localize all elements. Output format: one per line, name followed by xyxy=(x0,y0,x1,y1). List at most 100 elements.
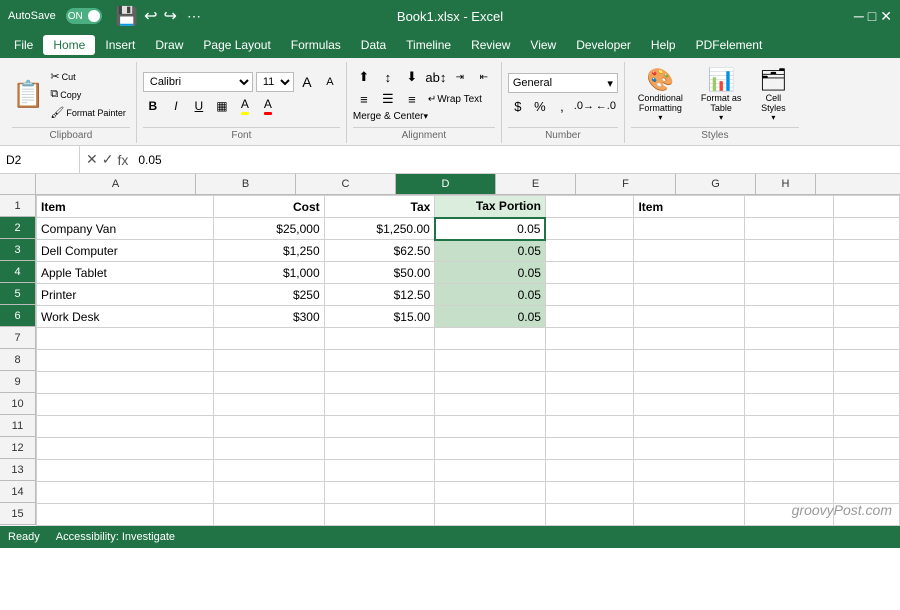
cell-a4[interactable]: Apple Tablet xyxy=(37,262,214,284)
comma-button[interactable]: , xyxy=(552,96,572,116)
cell-d3[interactable]: 0.05 xyxy=(435,240,546,262)
menu-view[interactable]: View xyxy=(520,35,566,55)
cell-b3[interactable]: $1,250 xyxy=(214,240,325,262)
cell-h2[interactable] xyxy=(833,218,899,240)
paste-button[interactable]: 📋 xyxy=(12,79,44,110)
row-header-14[interactable]: 14 xyxy=(0,481,36,503)
cell-f5[interactable] xyxy=(634,284,745,306)
row-header-13[interactable]: 13 xyxy=(0,459,36,481)
cell-e5[interactable] xyxy=(545,284,634,306)
col-header-e[interactable]: E xyxy=(496,174,576,194)
cell-g1[interactable] xyxy=(745,196,834,218)
menu-home[interactable]: Home xyxy=(43,35,95,55)
col-header-g[interactable]: G xyxy=(676,174,756,194)
align-top-button[interactable]: ⬆ xyxy=(353,67,375,87)
number-format-select[interactable]: General ▾ xyxy=(508,73,618,93)
cell-c2[interactable]: $1,250.00 xyxy=(324,218,435,240)
cell-b1[interactable]: Cost xyxy=(214,196,325,218)
formula-input[interactable] xyxy=(134,153,900,167)
menu-file[interactable]: File xyxy=(4,35,43,55)
format-as-table-button[interactable]: 📊 Format asTable ▾ xyxy=(694,64,749,125)
decrease-decimal-button[interactable]: ←.0 xyxy=(596,96,616,116)
menu-help[interactable]: Help xyxy=(641,35,686,55)
row-header-1[interactable]: 1 xyxy=(0,195,36,217)
cell-b5[interactable]: $250 xyxy=(214,284,325,306)
cell-g3[interactable] xyxy=(745,240,834,262)
cell-f2[interactable] xyxy=(634,218,745,240)
menu-review[interactable]: Review xyxy=(461,35,520,55)
col-header-c[interactable]: C xyxy=(296,174,396,194)
cell-a2[interactable]: Company Van xyxy=(37,218,214,240)
row-header-9[interactable]: 9 xyxy=(0,371,36,393)
cell-b4[interactable]: $1,000 xyxy=(214,262,325,284)
cell-d2[interactable]: 0.05 xyxy=(435,218,546,240)
cell-g2[interactable] xyxy=(745,218,834,240)
row-header-3[interactable]: 3 xyxy=(0,239,36,261)
cell-a5[interactable]: Printer xyxy=(37,284,214,306)
row-header-10[interactable]: 10 xyxy=(0,393,36,415)
minimize-icon[interactable]: ─ xyxy=(854,8,864,24)
row-header-12[interactable]: 12 xyxy=(0,437,36,459)
row-header-7[interactable]: 7 xyxy=(0,327,36,349)
name-box[interactable]: D2 xyxy=(0,146,80,173)
cell-d5[interactable]: 0.05 xyxy=(435,284,546,306)
cell-g6[interactable] xyxy=(745,306,834,328)
cancel-formula-button[interactable]: ✕ xyxy=(86,151,98,168)
merge-center-button[interactable]: Merge & Center ▾ xyxy=(353,111,495,122)
insert-function-button[interactable]: fx xyxy=(117,152,128,168)
cell-h6[interactable] xyxy=(833,306,899,328)
cell-g5[interactable] xyxy=(745,284,834,306)
menu-draw[interactable]: Draw xyxy=(145,35,193,55)
cell-a1[interactable]: Item xyxy=(37,196,214,218)
row-header-2[interactable]: 2 xyxy=(0,217,36,239)
menu-developer[interactable]: Developer xyxy=(566,35,641,55)
align-left-button[interactable]: ≡ xyxy=(353,89,375,109)
cell-e1[interactable] xyxy=(545,196,634,218)
cell-h3[interactable] xyxy=(833,240,899,262)
italic-button[interactable]: I xyxy=(166,96,186,116)
row-header-8[interactable]: 8 xyxy=(0,349,36,371)
redo-icon[interactable]: ↪ xyxy=(164,6,177,26)
currency-button[interactable]: $ xyxy=(508,96,528,116)
cell-g4[interactable] xyxy=(745,262,834,284)
confirm-formula-button[interactable]: ✓ xyxy=(102,151,114,168)
copy-button[interactable]: ⧉Copy xyxy=(46,86,130,103)
border-button[interactable]: ▦ xyxy=(212,96,232,116)
cell-h1[interactable] xyxy=(833,196,899,218)
menu-timeline[interactable]: Timeline xyxy=(396,35,461,55)
cell-h5[interactable] xyxy=(833,284,899,306)
cell-b2[interactable]: $25,000 xyxy=(214,218,325,240)
col-header-d[interactable]: D xyxy=(396,174,496,194)
bold-button[interactable]: B xyxy=(143,96,163,116)
undo-icon[interactable]: ↩ xyxy=(144,6,157,26)
col-header-b[interactable]: B xyxy=(196,174,296,194)
col-header-f[interactable]: F xyxy=(576,174,676,194)
save-icon[interactable]: 💾 xyxy=(116,6,138,27)
cell-h4[interactable] xyxy=(833,262,899,284)
cell-c4[interactable]: $50.00 xyxy=(324,262,435,284)
menu-page-layout[interactable]: Page Layout xyxy=(193,35,280,55)
conditional-formatting-button[interactable]: 🎨 ConditionalFormatting ▾ xyxy=(631,64,690,125)
cell-c5[interactable]: $12.50 xyxy=(324,284,435,306)
cell-styles-button[interactable]: 🗂 CellStyles ▾ xyxy=(752,64,794,125)
customize-icon[interactable]: ⋯ xyxy=(187,8,201,25)
col-header-h[interactable]: H xyxy=(756,174,816,194)
cell-b6[interactable]: $300 xyxy=(214,306,325,328)
wrap-text-button[interactable]: ↵Wrap Text xyxy=(425,91,485,108)
cell-e2[interactable] xyxy=(545,218,634,240)
font-color-button[interactable]: A xyxy=(258,96,278,116)
menu-insert[interactable]: Insert xyxy=(95,35,145,55)
col-header-a[interactable]: A xyxy=(36,174,196,194)
cell-d1[interactable]: Tax Portion xyxy=(435,196,546,218)
font-size-select[interactable]: 11 xyxy=(256,72,294,92)
menu-pdfelement[interactable]: PDFelement xyxy=(686,35,773,55)
cell-f1[interactable]: Item xyxy=(634,196,745,218)
menu-data[interactable]: Data xyxy=(351,35,396,55)
autosave-toggle[interactable]: ON xyxy=(66,8,102,24)
cell-d4[interactable]: 0.05 xyxy=(435,262,546,284)
indent-button[interactable]: ⇥ xyxy=(449,67,471,87)
row-header-4[interactable]: 4 xyxy=(0,261,36,283)
align-middle-button[interactable]: ↕ xyxy=(377,67,399,87)
restore-icon[interactable]: □ xyxy=(868,8,876,24)
menu-formulas[interactable]: Formulas xyxy=(281,35,351,55)
